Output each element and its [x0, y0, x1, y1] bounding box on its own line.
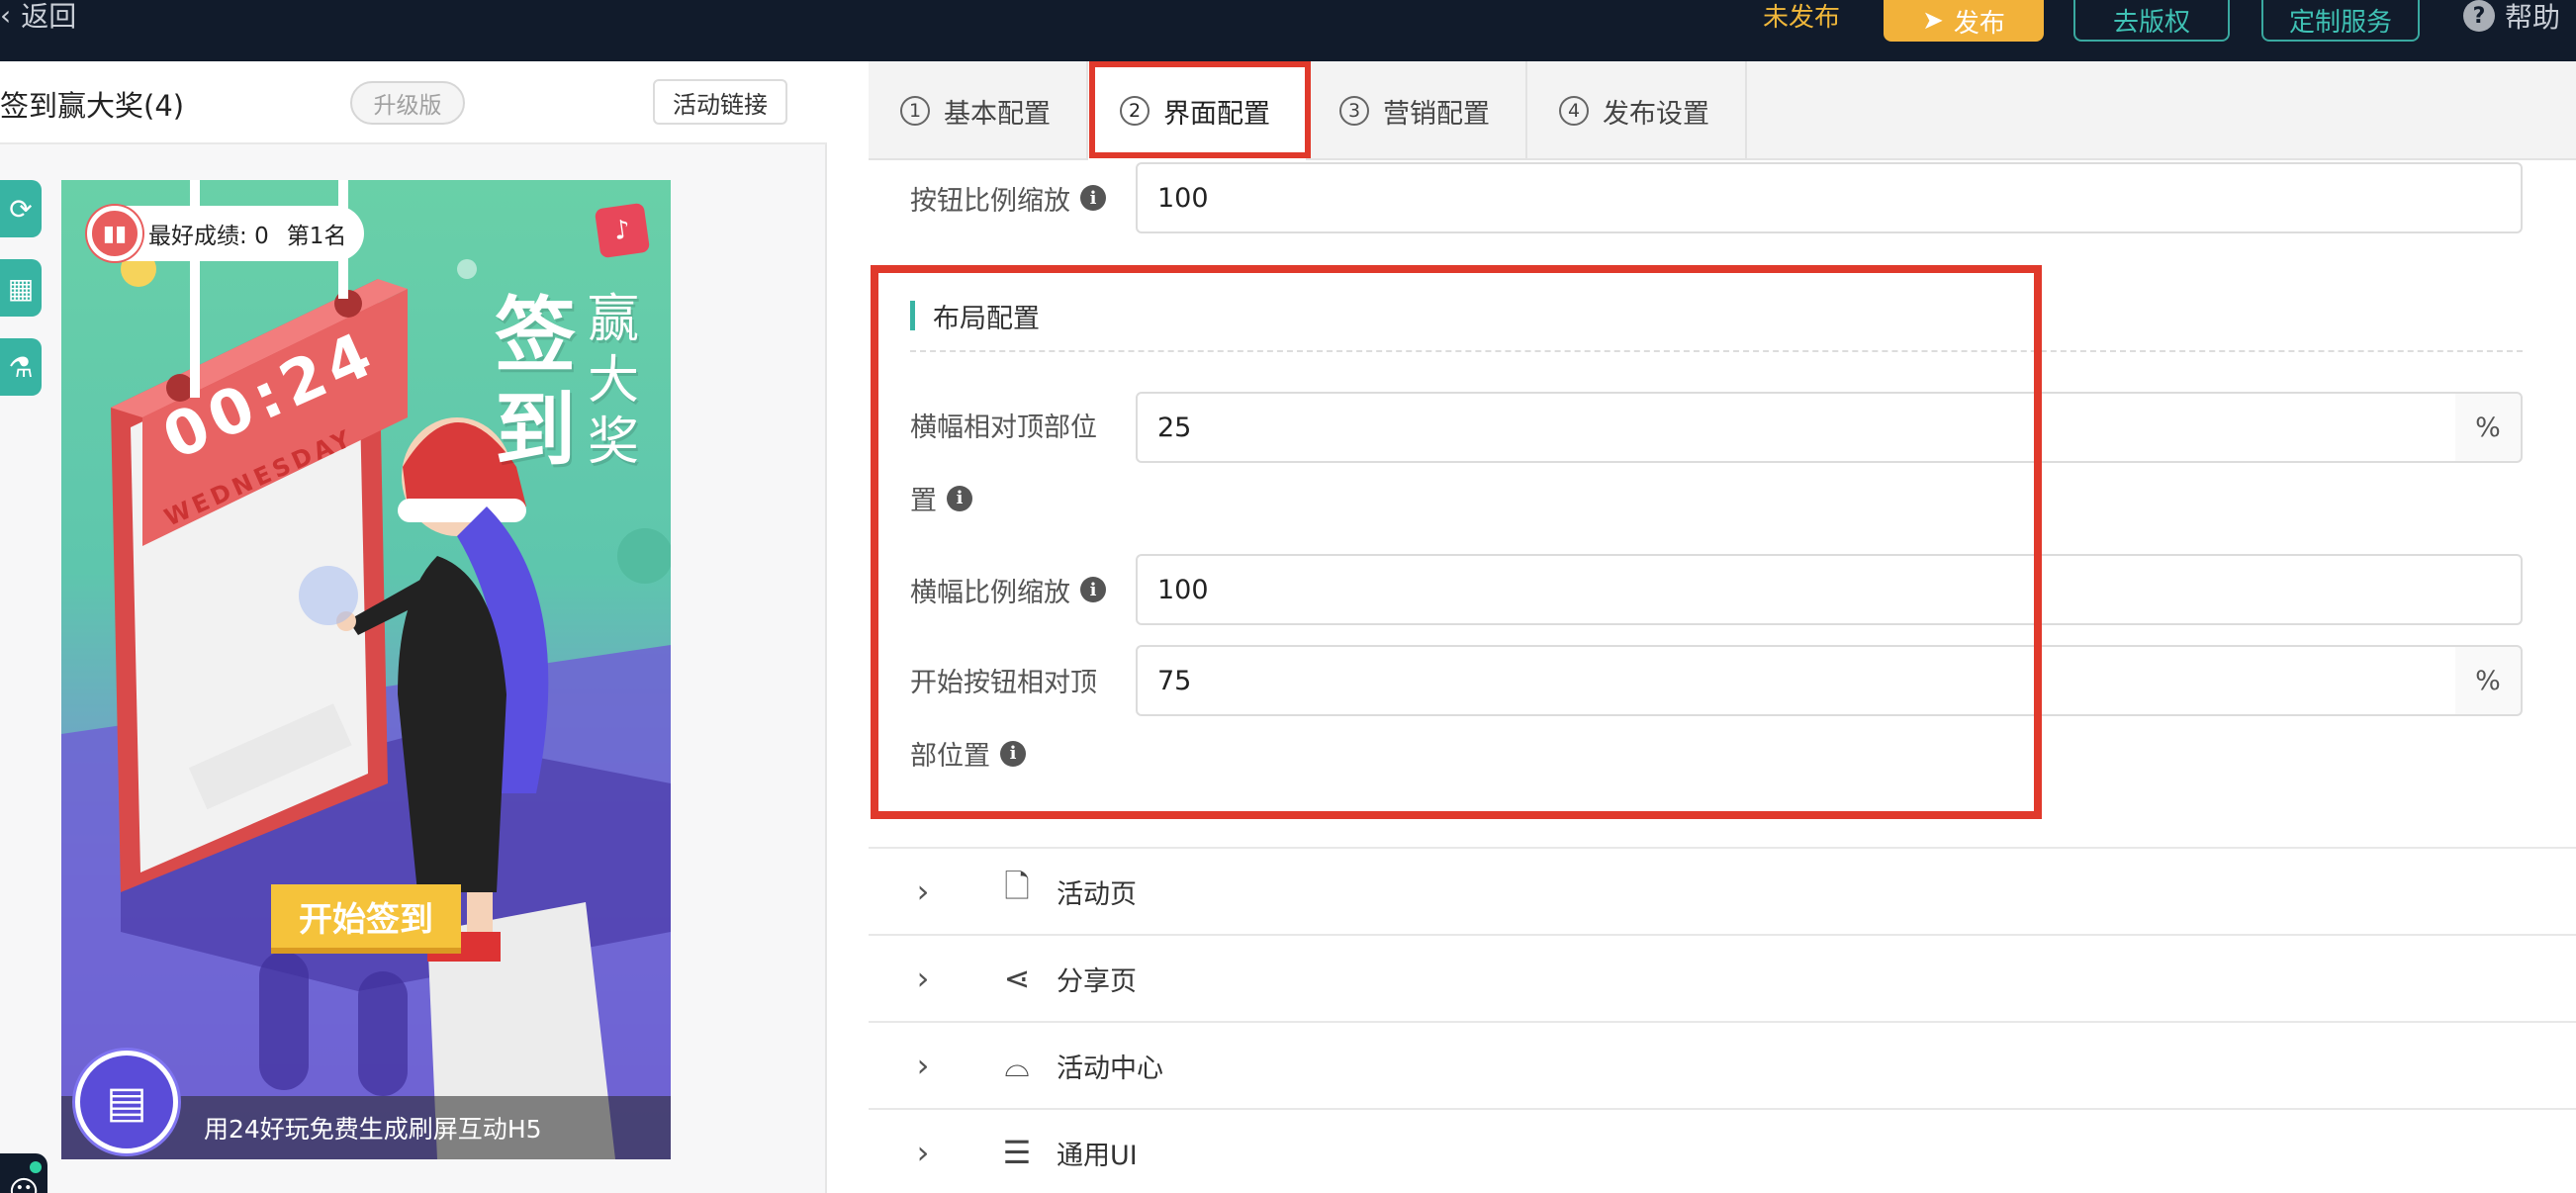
- button-scale-label-row: 按钮比例缩放 i: [910, 176, 1106, 220]
- accordion-label: 通用UI: [1057, 1140, 1138, 1171]
- chevron-right-icon: ›: [916, 960, 930, 997]
- layout-highlight-box: [871, 265, 2042, 819]
- start-signin-button[interactable]: 开始签到: [271, 884, 461, 948]
- chart-icon: ▮▮: [87, 206, 142, 261]
- publish-status: 未发布: [1763, 2, 1841, 33]
- tab-marketing[interactable]: 3 营销配置: [1308, 61, 1527, 160]
- percent-suffix: %: [2455, 392, 2523, 463]
- custom-service-button[interactable]: 定制服务: [2261, 0, 2420, 42]
- score-value: 0: [254, 224, 269, 249]
- chevron-right-icon: ›: [916, 872, 930, 910]
- help-button[interactable]: ? 帮助: [2463, 0, 2560, 34]
- percent-suffix: %: [2455, 645, 2523, 716]
- phone-preview: 00:24 WEDNESDAY 签到 赢大奖 ▮▮ 最好成绩: 0 第1名 ♪ …: [61, 180, 671, 1159]
- license-label: 去版权: [2112, 7, 2190, 38]
- button-scale-input[interactable]: 100: [1136, 162, 2523, 233]
- button-scale-label: 按钮比例缩放: [910, 185, 1070, 217]
- license-button[interactable]: 去版权: [2073, 0, 2230, 42]
- accordion-label: 分享页: [1057, 965, 1137, 997]
- preview-illustration: [61, 180, 671, 1159]
- activity-link-button[interactable]: 活动链接: [653, 79, 787, 125]
- chevron-left-icon: ‹: [0, 0, 12, 32]
- whistle-icon: ⌓: [1004, 1046, 1030, 1084]
- preview-header: 签到赢大奖(4) 升级版 活动链接: [0, 61, 827, 144]
- top-bar: ‹ 返回 未发布 ➤ 发布 去版权 定制服务 ? 帮助: [0, 0, 2576, 61]
- page-icon: 🗋: [1004, 868, 1030, 905]
- brand-logo-icon: ▤: [75, 1051, 178, 1153]
- help-label: 帮助: [2505, 1, 2561, 34]
- qrcode-icon[interactable]: ▦: [0, 259, 42, 317]
- tab-label: 营销配置: [1383, 98, 1490, 130]
- headline-small: 赢大奖: [588, 290, 640, 472]
- score-text: 最好成绩: 0: [148, 217, 269, 250]
- tab-basic[interactable]: 1 基本配置: [869, 61, 1088, 160]
- accordion-label: 活动中心: [1057, 1053, 1163, 1084]
- tab-publish-settings[interactable]: 4 发布设置: [1527, 61, 1747, 160]
- rank-text: 第1名: [286, 224, 347, 249]
- accordion-activity-center[interactable]: › ⌓ 活动中心: [869, 1021, 2576, 1108]
- chatbot-icon[interactable]: ☺: [0, 1153, 47, 1193]
- tab-highlight-box: [1089, 61, 1311, 158]
- tab-label: 基本配置: [944, 98, 1051, 130]
- chevron-right-icon: ›: [916, 1047, 930, 1084]
- share-icon: ⋖: [1003, 960, 1031, 997]
- activity-title: 签到赢大奖(4): [0, 89, 185, 123]
- tab-number: 4: [1559, 96, 1589, 126]
- music-icon[interactable]: ♪: [594, 202, 651, 259]
- chevron-right-icon: ›: [916, 1134, 930, 1171]
- headline-big: 签到: [495, 289, 577, 478]
- sliders-icon: ☰: [1002, 1134, 1032, 1171]
- help-icon: ?: [2463, 0, 2495, 32]
- accordion-common-ui[interactable]: › ☰ 通用UI: [869, 1108, 2576, 1193]
- custom-service-label: 定制服务: [2288, 7, 2392, 38]
- accordion-share-page[interactable]: › ⋖ 分享页: [869, 934, 2576, 1021]
- publish-label: 发布: [1953, 8, 2005, 39]
- tab-label: 发布设置: [1603, 98, 1709, 130]
- best-score-badge: ▮▮ 最好成绩: 0 第1名: [87, 206, 365, 261]
- accordion-activity-page[interactable]: › 🗋 活动页: [869, 847, 2576, 934]
- refresh-icon[interactable]: ⟳: [0, 180, 42, 237]
- send-icon: ➤: [1922, 6, 1944, 36]
- publish-button[interactable]: ➤ 发布: [1884, 0, 2044, 42]
- score-label: 最好成绩:: [148, 224, 247, 249]
- tab-number: 3: [1339, 96, 1369, 126]
- tab-number: 1: [900, 96, 930, 126]
- back-label: 返回: [21, 0, 77, 33]
- back-button[interactable]: ‹ 返回: [0, 0, 76, 33]
- accordion-label: 活动页: [1057, 878, 1137, 910]
- info-icon[interactable]: i: [1080, 185, 1106, 211]
- flask-icon[interactable]: ⚗: [0, 338, 42, 396]
- edition-badge: 升级版: [350, 81, 465, 125]
